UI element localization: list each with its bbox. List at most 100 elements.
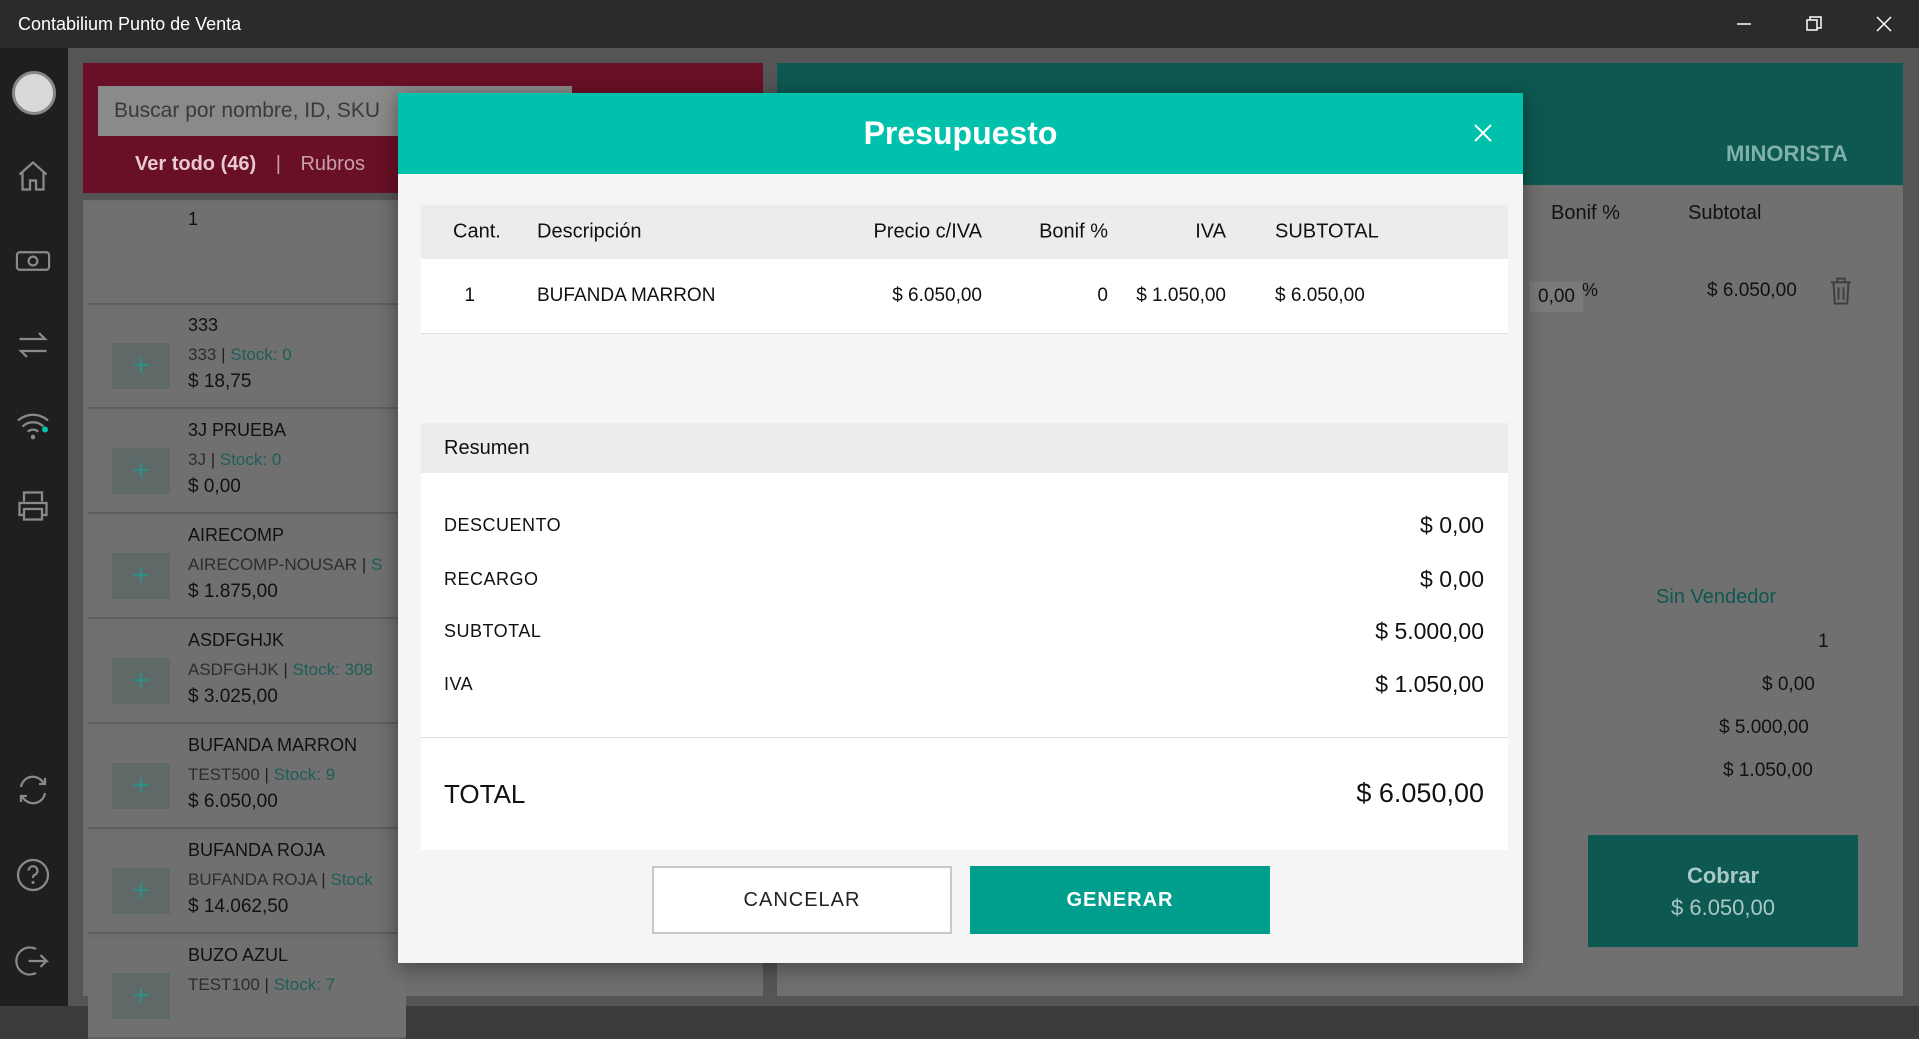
percent-label: % bbox=[1582, 280, 1599, 300]
product-sku: TEST500 | Stock: 9 bbox=[188, 765, 336, 784]
avatar[interactable] bbox=[12, 71, 56, 115]
iva-label: IVA bbox=[444, 674, 474, 694]
discount-value[interactable]: $ 0,00 bbox=[1762, 674, 1815, 696]
cell-qty: 1 bbox=[464, 285, 475, 306]
printer-icon bbox=[18, 491, 48, 521]
col-iva: IVA bbox=[1195, 220, 1226, 243]
wifi-icon bbox=[17, 413, 49, 440]
items-table: Cant. Descripción Precio c/IVA Bonif % I… bbox=[421, 205, 1508, 334]
product-price: $ 18,75 bbox=[188, 371, 252, 392]
summary-divider bbox=[421, 737, 1508, 738]
list-item[interactable]: + BUZO AZUL TEST100 | Stock: 7 bbox=[88, 939, 406, 1039]
discount-label: DESCUENTO bbox=[444, 515, 562, 535]
close-icon bbox=[1474, 124, 1492, 142]
col-bonif: Bonif % bbox=[1039, 220, 1108, 243]
delete-row-button[interactable] bbox=[1818, 268, 1864, 314]
cell-subtotal: $ 6.050,00 bbox=[1275, 285, 1365, 306]
product-name: AIRECOMP bbox=[188, 525, 285, 545]
product-name: BUZO AZUL bbox=[188, 945, 289, 965]
charge-label: Cobrar bbox=[1686, 863, 1760, 888]
logout-nav-button[interactable] bbox=[10, 938, 56, 984]
close-window-button[interactable] bbox=[1849, 0, 1919, 48]
col-subtotal: SUBTOTAL bbox=[1275, 220, 1379, 243]
product-stock: Stock bbox=[330, 870, 373, 889]
product-price: $ 3.025,00 bbox=[188, 686, 278, 707]
restore-button[interactable] bbox=[1779, 0, 1849, 48]
home-nav-button[interactable] bbox=[10, 153, 56, 199]
sales-nav-button[interactable] bbox=[10, 238, 56, 284]
minimize-button[interactable] bbox=[1709, 0, 1779, 48]
home-icon bbox=[18, 160, 48, 191]
add-product-button[interactable]: + bbox=[112, 658, 170, 704]
tab-rubros[interactable]: Rubros bbox=[300, 153, 364, 175]
seller-select[interactable]: Sin Vendedor bbox=[1656, 586, 1776, 609]
product-name: 3J PRUEBA bbox=[188, 420, 287, 440]
add-product-button[interactable]: + bbox=[112, 868, 170, 914]
product-sku: BUFANDA ROJA | Stock bbox=[188, 870, 373, 889]
product-name: BUFANDA ROJA bbox=[188, 840, 326, 860]
minimize-icon bbox=[1737, 23, 1751, 25]
surcharge-amount: $ 0,00 bbox=[1420, 566, 1484, 592]
list-item[interactable]: +3J PRUEBA 3J | Stock: 0 $ 0,00 bbox=[88, 414, 406, 514]
cell-price: $ 6.050,00 bbox=[892, 285, 982, 306]
plus-icon: + bbox=[132, 559, 150, 592]
summary-section: Resumen DESCUENTO $ 0,00 RECARGO $ 0,00 … bbox=[421, 423, 1508, 850]
list-item[interactable]: + BUFANDA MARRON TEST500 | Stock: 9 $ 6.050… bbox=[88, 729, 406, 829]
product-sku: 333 | Stock: 0 bbox=[188, 345, 292, 364]
logout-icon bbox=[15, 946, 50, 976]
product-price: $ 0,00 bbox=[188, 476, 241, 497]
product-stock: Stock: 0 bbox=[219, 450, 282, 469]
add-product-button[interactable]: + bbox=[112, 763, 170, 809]
cell-iva: $ 1.050,00 bbox=[1136, 285, 1226, 306]
charge-amount: $ 6.050,00 bbox=[1671, 895, 1775, 920]
add-product-button[interactable]: + bbox=[112, 553, 170, 599]
sync-nav-button[interactable] bbox=[10, 767, 56, 813]
row-bonif-input[interactable]: 0,00 bbox=[1530, 282, 1583, 312]
list-item[interactable]: + ASDFGHJK ASDFGHJK | Stock: 308 $ 3.025,00 bbox=[88, 624, 406, 724]
subtotal-amount: $ 5.000,00 bbox=[1375, 618, 1484, 644]
col-qty: Cant. bbox=[453, 220, 501, 243]
help-nav-button[interactable] bbox=[10, 852, 56, 898]
product-stock: Stock: 0 bbox=[230, 345, 292, 364]
budget-modal: Presupuesto Cant. Descripción Precio c/I… bbox=[398, 93, 1523, 963]
list-item[interactable]: + BUFANDA ROJA BUFANDA ROJA | Stock $ 14.06… bbox=[88, 834, 406, 934]
restore-icon bbox=[1806, 16, 1822, 31]
generate-button[interactable]: GENERAR bbox=[970, 866, 1270, 934]
list-item[interactable]: + AIRECOMP AIRECOMP-NOUSAR | S $ 1.875,00 bbox=[88, 519, 406, 619]
product-stock: S bbox=[370, 555, 383, 574]
product-name: ASDFGHJK bbox=[188, 630, 285, 650]
iva-value: $ 1.050,00 bbox=[1723, 760, 1813, 781]
cash-icon bbox=[15, 251, 51, 271]
qty-total: 1 bbox=[1818, 631, 1829, 652]
add-product-button[interactable]: + bbox=[112, 343, 170, 389]
price-list-label[interactable]: MINORISTA bbox=[1726, 141, 1848, 167]
connection-nav-button[interactable] bbox=[10, 402, 56, 448]
transfers-nav-button[interactable] bbox=[10, 322, 56, 368]
window-titlebar: Contabilium Punto de Venta bbox=[0, 0, 1919, 48]
cell-bonif: 0 bbox=[1097, 285, 1108, 306]
help-icon bbox=[16, 858, 50, 892]
print-nav-button[interactable] bbox=[10, 483, 56, 529]
plus-icon: + bbox=[132, 769, 150, 802]
product-sku: 3J | Stock: 0 bbox=[188, 450, 282, 469]
product-name: BUFANDA MARRON bbox=[188, 735, 358, 755]
list-item[interactable]: 1 bbox=[88, 205, 406, 305]
add-product-button[interactable]: + bbox=[112, 448, 170, 494]
col-description: Descripción bbox=[537, 220, 642, 243]
plus-icon: + bbox=[132, 664, 150, 697]
list-item[interactable]: +333 333 | Stock: 0 $ 18,75 bbox=[88, 309, 406, 409]
tab-view-all[interactable]: Ver todo (46) bbox=[135, 153, 256, 175]
cancel-button[interactable]: CANCELAR bbox=[652, 866, 952, 934]
col-price: Precio c/IVA bbox=[873, 220, 982, 243]
product-sku: ASDFGHJK | Stock: 308 bbox=[188, 660, 373, 679]
plus-icon: + bbox=[132, 874, 150, 907]
subtotal-value: $ 5.000,00 bbox=[1719, 717, 1809, 738]
modal-title: Presupuesto bbox=[863, 115, 1058, 151]
charge-button[interactable]: Cobrar $ 6.050,00 bbox=[1588, 835, 1858, 947]
plus-icon: + bbox=[132, 349, 150, 382]
iva-amount: $ 1.050,00 bbox=[1375, 671, 1484, 697]
col-subtotal-header: Subtotal bbox=[1688, 202, 1762, 224]
add-product-button[interactable]: + bbox=[112, 973, 170, 1019]
modal-close-button[interactable] bbox=[1465, 115, 1501, 151]
product-sku: TEST100 | Stock: 7 bbox=[188, 975, 336, 994]
